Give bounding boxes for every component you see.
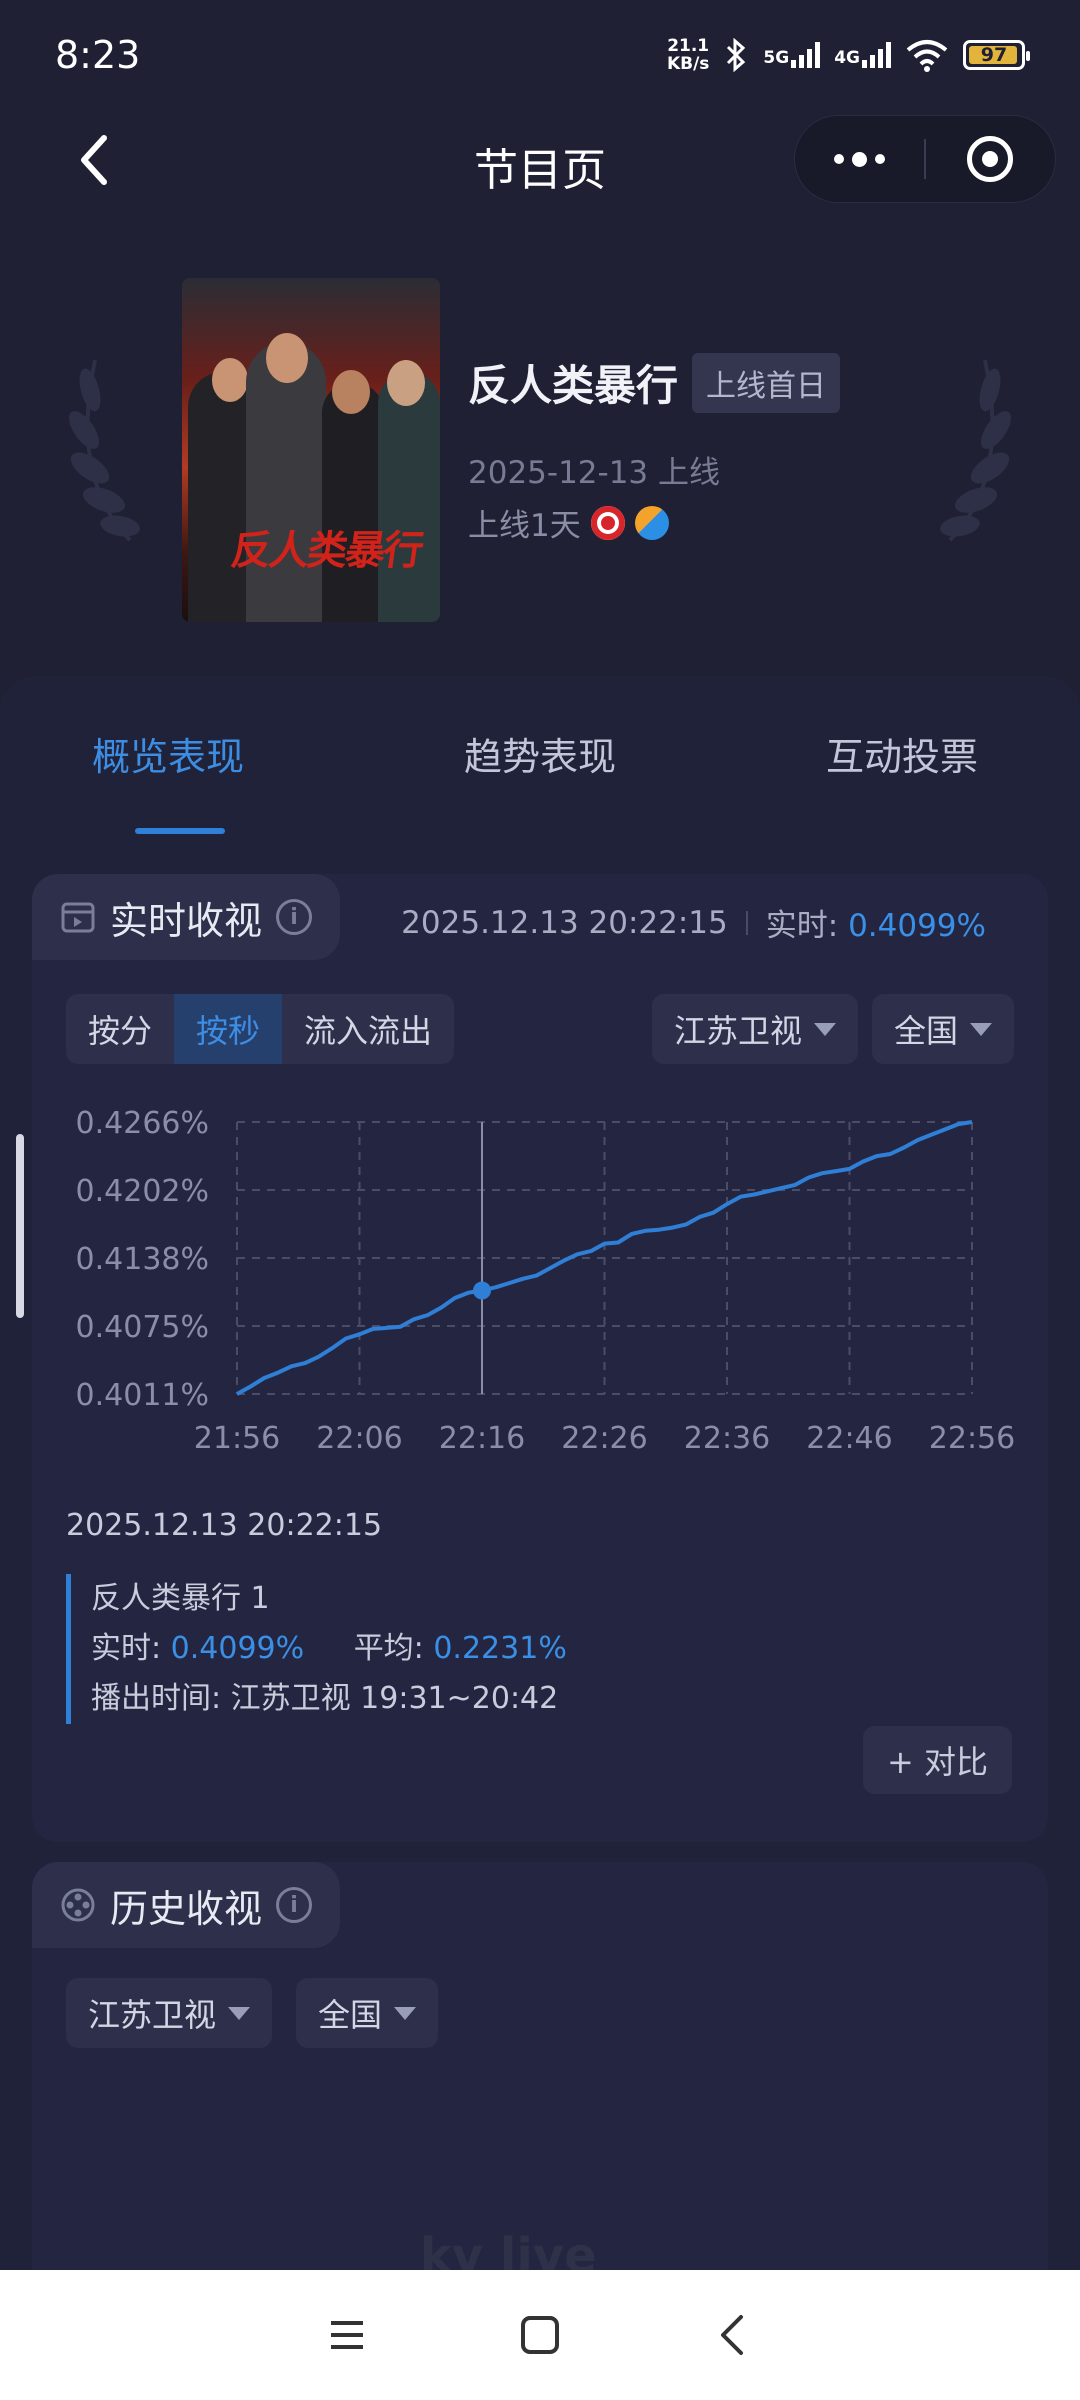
legend-realtime-value: 0.4099%	[170, 1631, 305, 1666]
legend-airing: 播出时间: 江苏卫视 19:31~20:42	[91, 1681, 559, 1716]
tab-indicator	[135, 828, 225, 834]
tab-overview[interactable]: 概览表现	[92, 726, 244, 781]
online-days: 上线1天	[468, 508, 581, 544]
scroll-indicator[interactable]	[16, 1134, 24, 1318]
channel-value: 江苏卫视	[674, 1012, 803, 1050]
net-label-4g: 4G	[834, 48, 860, 68]
menu-icon[interactable]	[317, 2305, 377, 2365]
history-channel-value: 江苏卫视	[88, 1996, 217, 2034]
legend-average-label: 平均:	[353, 1631, 424, 1666]
status-badge: 上线首日	[692, 352, 841, 413]
history-region-dropdown[interactable]: 全国	[296, 1978, 439, 2048]
target-icon[interactable]	[926, 136, 1055, 182]
x-tick-label: 22:36	[684, 1421, 770, 1456]
realtime-header: 实时收视 i	[32, 874, 341, 960]
region-value: 全国	[894, 1012, 959, 1050]
legend-timestamp: 2025.12.13 20:22:15	[66, 1508, 383, 1543]
y-tick-label: 0.4266%	[76, 1106, 209, 1141]
y-tick-label: 0.4138%	[76, 1242, 209, 1277]
chevron-down-icon	[970, 1022, 993, 1036]
x-tick-label: 21:56	[194, 1421, 280, 1456]
realtime-section: 实时收视 i 2025.12.13 20:22:15 实时: 0.4099% 按…	[32, 874, 1048, 1842]
laurel-right-icon	[940, 359, 1012, 542]
legend-box: 反人类暴行 1 实时: 0.4099% 平均: 0.2231% 播出时间: 江苏…	[66, 1574, 607, 1724]
tab-vote[interactable]: 互动投票	[826, 726, 978, 781]
legend-realtime-label: 实时:	[91, 1631, 162, 1666]
nav-bar: 节目页	[0, 110, 1080, 210]
tab-bar: 概览表现 趋势表现 互动投票	[0, 676, 1080, 856]
info-icon[interactable]: i	[276, 899, 313, 935]
chevron-down-icon	[394, 2006, 417, 2020]
x-tick-label: 22:46	[806, 1421, 892, 1456]
main-card: 概览表现 趋势表现 互动投票 实时收视 i 2025.12.13 20:22:1…	[0, 676, 1080, 2400]
poster-title: 反人类暴行	[228, 528, 425, 574]
realtime-timestamp: 2025.12.13 20:22:15	[401, 904, 728, 941]
legend-average-value: 0.2231%	[433, 1631, 567, 1666]
system-nav-bar	[0, 2270, 1080, 2400]
mini-program-capsule	[794, 115, 1056, 203]
legend-values: 实时: 0.4099% 平均: 0.2231%	[91, 1624, 607, 1674]
wifi-icon	[906, 40, 948, 72]
region-dropdown[interactable]: 全国	[872, 994, 1015, 1064]
segment-flow[interactable]: 流入流出	[282, 994, 454, 1064]
chart-svg: 0.4266% 0.4202% 0.4138% 0.4075% 0.4011% 21:56…	[76, 1106, 1016, 1456]
online-days-row: 上线1天	[468, 500, 840, 545]
bluetooth-icon	[727, 38, 746, 72]
y-tick-label: 0.4202%	[76, 1174, 209, 1209]
show-title: 反人类暴行	[468, 361, 679, 410]
legend-show: 反人类暴行 1	[91, 1581, 270, 1616]
film-reel-icon	[61, 1888, 95, 1922]
calendar-icon	[61, 902, 95, 933]
x-tick-label: 22:56	[929, 1421, 1015, 1456]
show-hero: 反人类暴行 反人类暴行 上线首日 2025-12-13 上线 上线1天	[0, 240, 1080, 660]
y-tick-label: 0.4075%	[76, 1310, 209, 1345]
net-label-5g: 5G	[763, 48, 790, 68]
granularity-segment: 按分 按秒 流入流出	[66, 994, 455, 1064]
info-icon[interactable]: i	[276, 1887, 313, 1923]
history-title: 历史收视	[110, 1886, 263, 1931]
laurel-left-icon	[68, 359, 140, 542]
compare-button[interactable]: + 对比	[863, 1726, 1012, 1794]
signal-4g: 4G	[834, 42, 891, 68]
realtime-title: 实时收视	[110, 898, 263, 943]
segment-second[interactable]: 按秒	[174, 994, 283, 1064]
signal-5g: 5G	[763, 42, 821, 68]
home-icon[interactable]	[510, 2305, 570, 2365]
y-tick-label: 0.4011%	[76, 1378, 209, 1413]
status-bar: 8:23 21.1 KB/s 5G 4G 97	[0, 0, 1080, 110]
more-dots-icon[interactable]	[795, 151, 924, 167]
history-region-value: 全国	[318, 1996, 383, 2034]
show-poster[interactable]: 反人类暴行	[182, 278, 440, 622]
network-speed: 21.1 KB/s	[667, 37, 709, 73]
battery-icon: 97	[963, 40, 1030, 70]
channel-dropdown[interactable]: 江苏卫视	[652, 994, 859, 1064]
segment-minute[interactable]: 按分	[66, 994, 174, 1064]
tab-trend[interactable]: 趋势表现	[464, 726, 616, 781]
history-channel-dropdown[interactable]: 江苏卫视	[66, 1978, 273, 2048]
platform-logo-icon	[634, 505, 669, 540]
realtime-meta: 2025.12.13 20:22:15 实时: 0.4099%	[401, 900, 986, 945]
meta-divider	[745, 910, 748, 935]
realtime-value: 0.4099%	[848, 908, 986, 944]
speed-unit: KB/s	[666, 54, 710, 74]
back-icon[interactable]	[703, 2305, 763, 2365]
speed-value: 21.1	[667, 36, 710, 56]
x-tick-label: 22:06	[316, 1421, 402, 1456]
status-time: 8:23	[55, 33, 141, 77]
status-icons: 21.1 KB/s 5G 4G 97	[667, 37, 1030, 73]
show-info: 反人类暴行 上线首日 2025-12-13 上线 上线1天	[468, 352, 841, 545]
history-header: 历史收视 i	[32, 1862, 341, 1948]
realtime-chart[interactable]: 0.4266% 0.4202% 0.4138% 0.4075% 0.4011% 21:56…	[32, 1074, 1048, 1474]
battery-level: 97	[980, 44, 1008, 66]
realtime-label: 实时:	[765, 908, 839, 944]
signal-bars-icon	[862, 42, 891, 68]
x-tick-label: 22:16	[439, 1421, 525, 1456]
x-tick-label: 22:26	[561, 1421, 647, 1456]
platform-logo-icon	[590, 505, 625, 540]
signal-bars-icon	[791, 42, 821, 68]
chevron-down-icon	[814, 1022, 837, 1036]
chevron-down-icon	[228, 2006, 251, 2020]
online-date: 2025-12-13 上线	[468, 455, 721, 491]
cursor-point	[473, 1281, 491, 1300]
